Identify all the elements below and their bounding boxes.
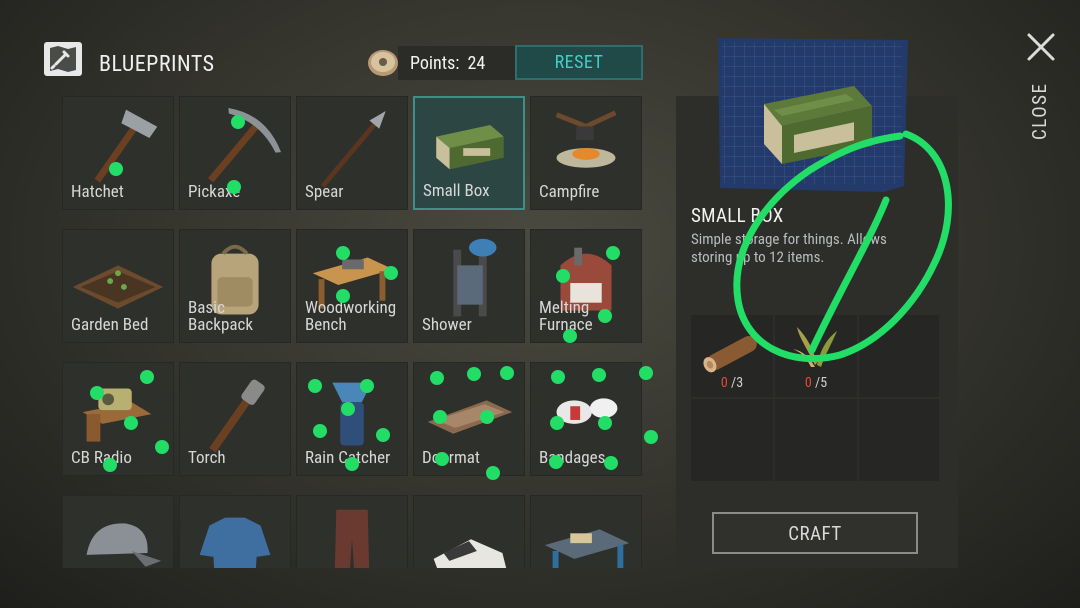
- blueprint-cell-cb-radio[interactable]: CB Radio: [62, 362, 174, 476]
- blueprint-cell-cap[interactable]: [62, 495, 174, 568]
- blueprint-label: Spear: [305, 182, 344, 202]
- blueprint-cell-sneakers[interactable]: [413, 495, 525, 568]
- empty-ingredient-slot: [859, 315, 939, 397]
- blueprint-cell-melting-furnace[interactable]: Melting Furnace: [530, 229, 642, 343]
- blueprint-label: Woodworking Bench: [305, 298, 397, 335]
- points-coin-icon: [368, 50, 398, 76]
- empty-ingredient-slot: [775, 399, 857, 481]
- points-label: Points:: [410, 52, 460, 74]
- blueprint-cell-bandages[interactable]: Bandages: [530, 362, 642, 476]
- item-description: Simple storage for things. Allows storin…: [691, 230, 887, 266]
- blueprint-label: Melting Furnace: [539, 298, 593, 335]
- points-value: 24: [467, 52, 486, 74]
- blueprint-map-icon: [44, 42, 82, 76]
- ingredient-count: 0 /5: [804, 375, 828, 391]
- blueprint-label: Hatchet: [71, 182, 124, 202]
- blueprint-label: Doormat: [422, 448, 480, 468]
- shirt-icon: [199, 517, 271, 568]
- close-label[interactable]: CLOSE: [1028, 83, 1051, 140]
- small-box-blueprint-preview: [718, 38, 908, 192]
- blueprint-label: Rain Catcher: [305, 448, 391, 468]
- blueprint-label: Torch: [188, 448, 226, 468]
- blueprint-cell-shirt[interactable]: [179, 495, 291, 568]
- empty-ingredient-slot: [859, 399, 939, 481]
- blueprint-label: CB Radio: [71, 448, 132, 468]
- blueprint-cell-shower[interactable]: Shower: [413, 229, 525, 343]
- blueprint-label: Pickaxe: [188, 182, 241, 202]
- blueprint-label: Basic Backpack: [188, 298, 253, 335]
- blueprint-cell-workbench[interactable]: [530, 495, 642, 568]
- blueprint-cell-doormat[interactable]: Doormat: [413, 362, 525, 476]
- workbench-icon: [544, 529, 630, 568]
- blueprint-label: Garden Bed: [71, 315, 149, 335]
- touch-marker-dot: [644, 430, 658, 444]
- craft-button[interactable]: CRAFT: [712, 512, 918, 554]
- reset-button[interactable]: RESET: [515, 45, 643, 80]
- blueprint-label: Campfire: [539, 182, 600, 202]
- page-title: BLUEPRINTS: [99, 52, 215, 77]
- blueprint-cell-torch[interactable]: Torch: [179, 362, 291, 476]
- blueprint-cell-rain-catcher[interactable]: Rain Catcher: [296, 362, 408, 476]
- blueprint-label: Bandages: [539, 448, 606, 468]
- close-icon[interactable]: [1024, 30, 1058, 64]
- ingredient-count: 0 /3: [720, 375, 744, 391]
- points-display: Points: 24: [398, 46, 516, 80]
- pants-icon: [334, 509, 370, 568]
- ingredient-slot[interactable]: 0 /3: [691, 315, 773, 397]
- blueprint-label: Small Box: [423, 181, 490, 201]
- blueprint-cell-hatchet[interactable]: Hatchet: [62, 96, 174, 210]
- blueprint-cell-spear[interactable]: Spear: [296, 96, 408, 210]
- blueprint-cell-pickaxe[interactable]: Pickaxe: [179, 96, 291, 210]
- sneakers-icon: [433, 539, 507, 568]
- blueprint-cell-pants[interactable]: [296, 495, 408, 568]
- blueprint-label: Shower: [422, 315, 472, 335]
- blueprint-cell-garden-bed[interactable]: Garden Bed: [62, 229, 174, 343]
- blueprint-cell-campfire[interactable]: Campfire: [530, 96, 642, 210]
- empty-ingredient-slot: [691, 399, 773, 481]
- blueprint-cell-basic-backpack[interactable]: Basic Backpack: [179, 229, 291, 343]
- blueprint-cell-small-box[interactable]: Small Box: [413, 96, 525, 210]
- item-name: SMALL BOX: [691, 204, 784, 227]
- ingredient-slot[interactable]: 0 /5: [775, 315, 857, 397]
- blueprint-cell-woodworking-bench[interactable]: Woodworking Bench: [296, 229, 408, 343]
- cap-icon: [86, 523, 162, 567]
- blueprint-grid: Hatchet Pickaxe Spear Small Box Campfire Gard…: [62, 96, 642, 568]
